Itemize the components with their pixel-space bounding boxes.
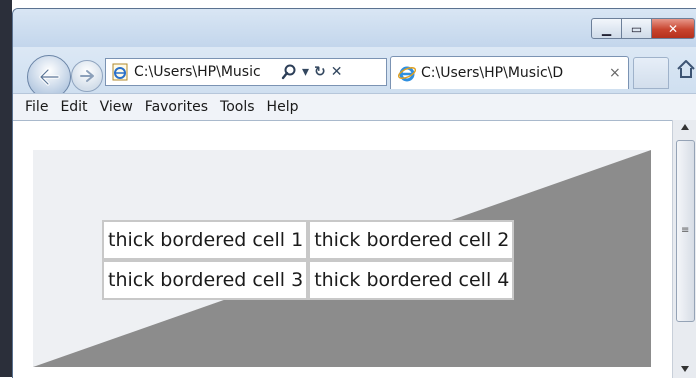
menu-file[interactable]: File	[25, 99, 48, 115]
menu-bar: File Edit View Favorites Tools Help	[13, 93, 696, 120]
table-row: thick bordered cell 1 thick bordered cel…	[102, 220, 515, 260]
menu-edit[interactable]: Edit	[60, 99, 87, 115]
address-bar[interactable]: C:\Users\HP\Music ▾ ↻ ✕	[105, 58, 387, 86]
menu-help[interactable]: Help	[267, 99, 299, 115]
menu-tools[interactable]: Tools	[220, 99, 255, 115]
scroll-thumb[interactable]: ≡	[676, 140, 695, 322]
menu-favorites[interactable]: Favorites	[145, 99, 208, 115]
table-cell-3: thick bordered cell 3	[102, 260, 309, 300]
table-row: thick bordered cell 3 thick bordered cel…	[102, 260, 515, 300]
page-content: thick bordered cell 1 thick bordered cel…	[13, 120, 672, 378]
menu-view[interactable]: View	[100, 99, 133, 115]
table-cell-4: thick bordered cell 4	[308, 260, 515, 300]
maximize-button[interactable]: ▭	[622, 18, 652, 39]
desktop-background	[0, 0, 12, 377]
browser-tab[interactable]: C:\Users\HP\Music\D ×	[390, 56, 629, 89]
ie-logo-icon	[397, 66, 417, 82]
address-text: C:\Users\HP\Music	[134, 64, 261, 80]
minimize-icon: ▁	[601, 21, 612, 36]
title-bar: ▁ ▭ ✕	[13, 9, 696, 47]
outer-table: thick bordered cell 1 thick bordered cel…	[33, 150, 651, 367]
chevron-down-icon[interactable]: ▾	[302, 64, 309, 80]
home-icon	[677, 60, 695, 78]
stop-icon[interactable]: ✕	[331, 64, 343, 80]
forward-arrow-icon	[80, 70, 94, 82]
maximize-icon: ▭	[630, 21, 643, 36]
window-caption-buttons: ▁ ▭ ✕	[591, 18, 695, 39]
new-tab-button[interactable]	[633, 57, 669, 89]
refresh-icon[interactable]: ↻	[314, 64, 326, 80]
navigation-bar: C:\Users\HP\Music ▾ ↻ ✕ C:\Users\HP\Musi…	[13, 47, 696, 99]
page-icon	[112, 63, 128, 81]
close-window-button[interactable]: ✕	[652, 18, 695, 39]
close-icon: ✕	[667, 21, 679, 36]
grip-icon: ≡	[681, 225, 690, 236]
home-button[interactable]	[675, 58, 696, 84]
minimize-button[interactable]: ▁	[591, 18, 622, 39]
forward-button[interactable]	[71, 60, 103, 92]
table-cell-1: thick bordered cell 1	[102, 220, 309, 260]
back-arrow-icon	[39, 68, 60, 86]
scroll-down-icon[interactable]	[681, 366, 689, 372]
scroll-up-icon[interactable]	[681, 124, 689, 130]
browser-window: ▁ ▭ ✕ C:\Users\HP\Music ▾ ↻ ✕ C:\Users\H…	[12, 8, 696, 378]
cell-grid: thick bordered cell 1 thick bordered cel…	[102, 220, 515, 300]
vertical-scrollbar[interactable]: ≡	[672, 120, 696, 378]
tab-close-icon[interactable]: ×	[609, 65, 621, 81]
tab-title: C:\Users\HP\Music\D	[421, 65, 564, 81]
table-cell-2: thick bordered cell 2	[308, 220, 515, 260]
search-icon[interactable]	[281, 64, 297, 80]
